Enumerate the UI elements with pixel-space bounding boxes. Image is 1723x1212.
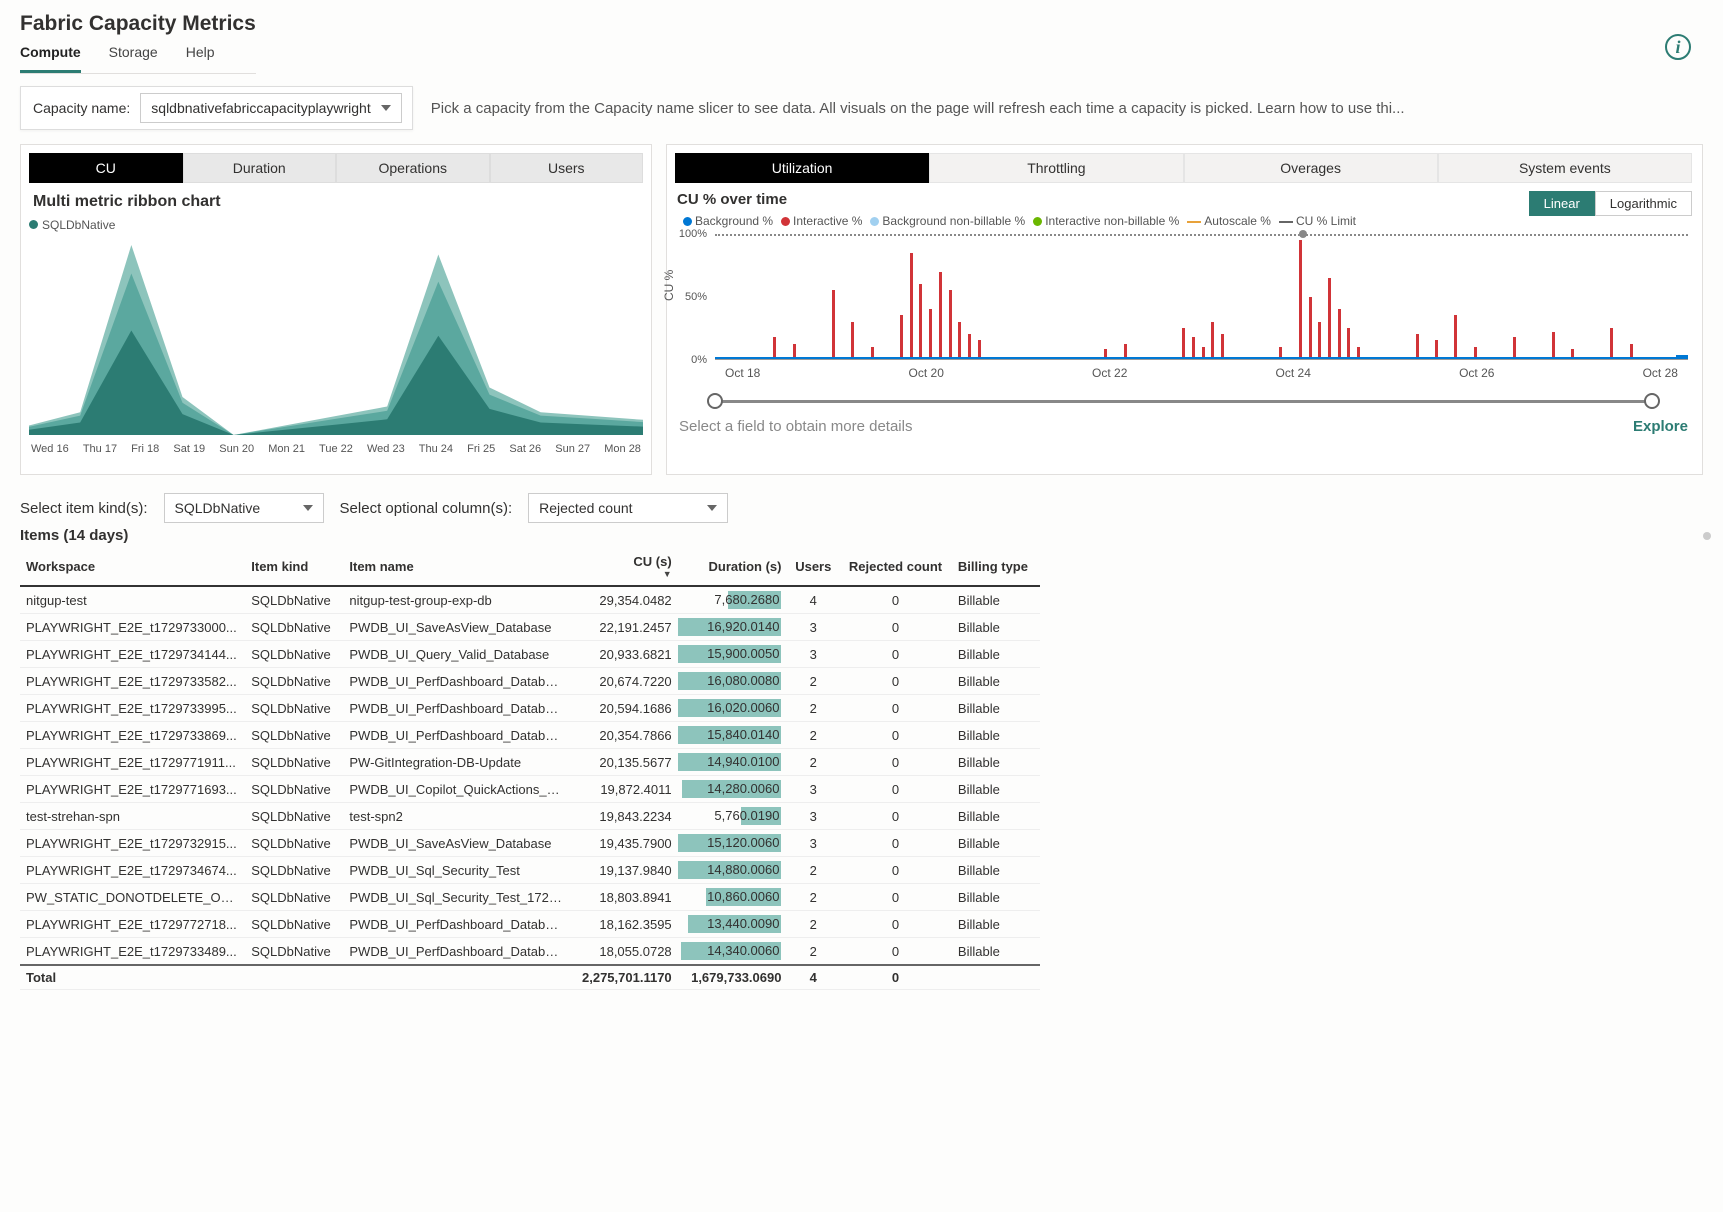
right-tab-overages[interactable]: Overages xyxy=(1184,153,1438,183)
scroll-indicator xyxy=(1703,532,1711,540)
cu-bar xyxy=(1513,337,1516,360)
slider-handle-right[interactable] xyxy=(1644,393,1660,409)
ribbon-legend: SQLDbNative xyxy=(29,217,643,232)
optional-cols-dropdown[interactable]: Rejected count xyxy=(528,493,728,523)
top-tabs: Compute Storage Help xyxy=(20,38,256,74)
info-icon[interactable]: i xyxy=(1665,34,1691,60)
col-duration-s-[interactable]: Duration (s) xyxy=(678,546,788,586)
col-billing-type[interactable]: Billing type xyxy=(952,546,1040,586)
table-row[interactable]: nitgup-testSQLDbNativenitgup-test-group-… xyxy=(20,586,1040,614)
table-row[interactable]: PLAYWRIGHT_E2E_t1729733582...SQLDbNative… xyxy=(20,668,1040,695)
cu-bar xyxy=(1454,315,1457,359)
table-row[interactable]: PLAYWRIGHT_E2E_t1729734674...SQLDbNative… xyxy=(20,857,1040,884)
cu-bar xyxy=(851,322,854,360)
col-users[interactable]: Users xyxy=(787,546,839,586)
cu-bar xyxy=(1182,328,1185,359)
cu-over-time-panel: UtilizationThrottlingOveragesSystem even… xyxy=(666,144,1703,475)
col-workspace[interactable]: Workspace xyxy=(20,546,245,586)
cu-chart[interactable]: CU % 0% 50% 100% Oct 18Oct 20Oct 22Oct 2… xyxy=(675,234,1692,384)
cu-bar xyxy=(773,337,776,360)
top-tab-compute[interactable]: Compute xyxy=(20,38,81,73)
cu-bar xyxy=(900,315,903,359)
cu-bar xyxy=(939,272,942,360)
time-range-slider[interactable] xyxy=(715,390,1652,412)
capacity-value: sqldbnativefabriccapacityplaywright xyxy=(151,100,370,116)
table-row[interactable]: PW_STATIC_DONOTDELETE_OR_...SQLDbNativeP… xyxy=(20,884,1040,911)
metric-tab-cu[interactable]: CU xyxy=(29,153,183,183)
cu-bar xyxy=(1192,337,1195,360)
table-row[interactable]: PLAYWRIGHT_E2E_t1729733489...SQLDbNative… xyxy=(20,938,1040,966)
right-tab-throttling[interactable]: Throttling xyxy=(929,153,1183,183)
cu-legend: Background %Interactive %Background non-… xyxy=(675,214,1692,228)
right-tab-utilization[interactable]: Utilization xyxy=(675,153,929,183)
cu-bar xyxy=(929,309,932,359)
cu-bar xyxy=(1299,240,1302,359)
cu-bar xyxy=(1318,322,1321,360)
cu-bar xyxy=(1347,328,1350,359)
metric-tab-users[interactable]: Users xyxy=(490,153,644,183)
top-tab-help[interactable]: Help xyxy=(186,38,215,73)
col-item-name[interactable]: Item name xyxy=(343,546,568,586)
table-row[interactable]: test-strehan-spnSQLDbNativetest-spn219,8… xyxy=(20,803,1040,830)
slider-handle-left[interactable] xyxy=(707,393,723,409)
detail-hint: Select a field to obtain more details xyxy=(679,418,912,435)
cu-bar xyxy=(910,253,913,359)
items-table: WorkspaceItem kindItem nameCU (s)▼Durati… xyxy=(20,546,1040,990)
table-row[interactable]: PLAYWRIGHT_E2E_t1729733869...SQLDbNative… xyxy=(20,722,1040,749)
marker-dot xyxy=(1299,230,1307,238)
item-kind-dropdown[interactable]: SQLDbNative xyxy=(164,493,324,523)
table-row[interactable]: PLAYWRIGHT_E2E_t1729771693...SQLDbNative… xyxy=(20,776,1040,803)
cu-bar xyxy=(1328,278,1331,359)
table-row[interactable]: PLAYWRIGHT_E2E_t1729771911...SQLDbNative… xyxy=(20,749,1040,776)
chevron-down-icon xyxy=(707,505,717,511)
capacity-label: Capacity name: xyxy=(33,100,130,116)
cu-bar xyxy=(1338,309,1341,359)
col-cu-s-[interactable]: CU (s)▼ xyxy=(569,546,678,586)
explore-link[interactable]: Explore xyxy=(1633,418,1688,435)
chevron-down-icon xyxy=(303,505,313,511)
item-kind-label: Select item kind(s): xyxy=(20,500,148,517)
cu-bar xyxy=(1309,297,1312,360)
table-row[interactable]: PLAYWRIGHT_E2E_t1729732915...SQLDbNative… xyxy=(20,830,1040,857)
table-row[interactable]: PLAYWRIGHT_E2E_t1729733000...SQLDbNative… xyxy=(20,614,1040,641)
right-tab-system-events[interactable]: System events xyxy=(1438,153,1692,183)
metric-tab-operations[interactable]: Operations xyxy=(336,153,490,183)
multi-metric-panel: CUDurationOperationsUsers Multi metric r… xyxy=(20,144,652,475)
cu-bar xyxy=(1610,328,1613,359)
scale-linear[interactable]: Linear xyxy=(1529,191,1595,216)
capacity-dropdown[interactable]: sqldbnativefabriccapacityplaywright xyxy=(140,93,401,123)
help-text: Pick a capacity from the Capacity name s… xyxy=(431,100,1703,117)
table-row[interactable]: PLAYWRIGHT_E2E_t1729733995...SQLDbNative… xyxy=(20,695,1040,722)
ribbon-chart[interactable]: Wed 16Thu 17Fri 18Sat 19Sun 20Mon 21Tue … xyxy=(29,240,643,470)
chevron-down-icon xyxy=(381,105,391,111)
cu-bar xyxy=(968,334,971,359)
scale-logarithmic[interactable]: Logarithmic xyxy=(1595,191,1692,216)
cu-bar xyxy=(1552,332,1555,360)
ribbon-chart-title: Multi metric ribbon chart xyxy=(33,193,643,211)
cu-bar xyxy=(1221,334,1224,359)
optional-cols-label: Select optional column(s): xyxy=(340,500,513,517)
page-title: Fabric Capacity Metrics xyxy=(20,12,256,36)
col-item-kind[interactable]: Item kind xyxy=(245,546,343,586)
capacity-slicer: Capacity name: sqldbnativefabriccapacity… xyxy=(20,86,413,130)
top-tab-storage[interactable]: Storage xyxy=(109,38,158,73)
cu-bar xyxy=(958,322,961,360)
cu-y-axis-label: CU % xyxy=(662,270,676,301)
table-row[interactable]: PLAYWRIGHT_E2E_t1729772718...SQLDbNative… xyxy=(20,911,1040,938)
cu-bar xyxy=(1211,322,1214,360)
table-row[interactable]: PLAYWRIGHT_E2E_t1729734144...SQLDbNative… xyxy=(20,641,1040,668)
cu-bar xyxy=(919,284,922,359)
cu-bar xyxy=(1416,334,1419,359)
items-title: Items (14 days) xyxy=(20,527,1703,544)
col-rejected-count[interactable]: Rejected count xyxy=(839,546,952,586)
cu-bar xyxy=(949,290,952,359)
cu-bar xyxy=(832,290,835,359)
metric-tab-duration[interactable]: Duration xyxy=(183,153,337,183)
